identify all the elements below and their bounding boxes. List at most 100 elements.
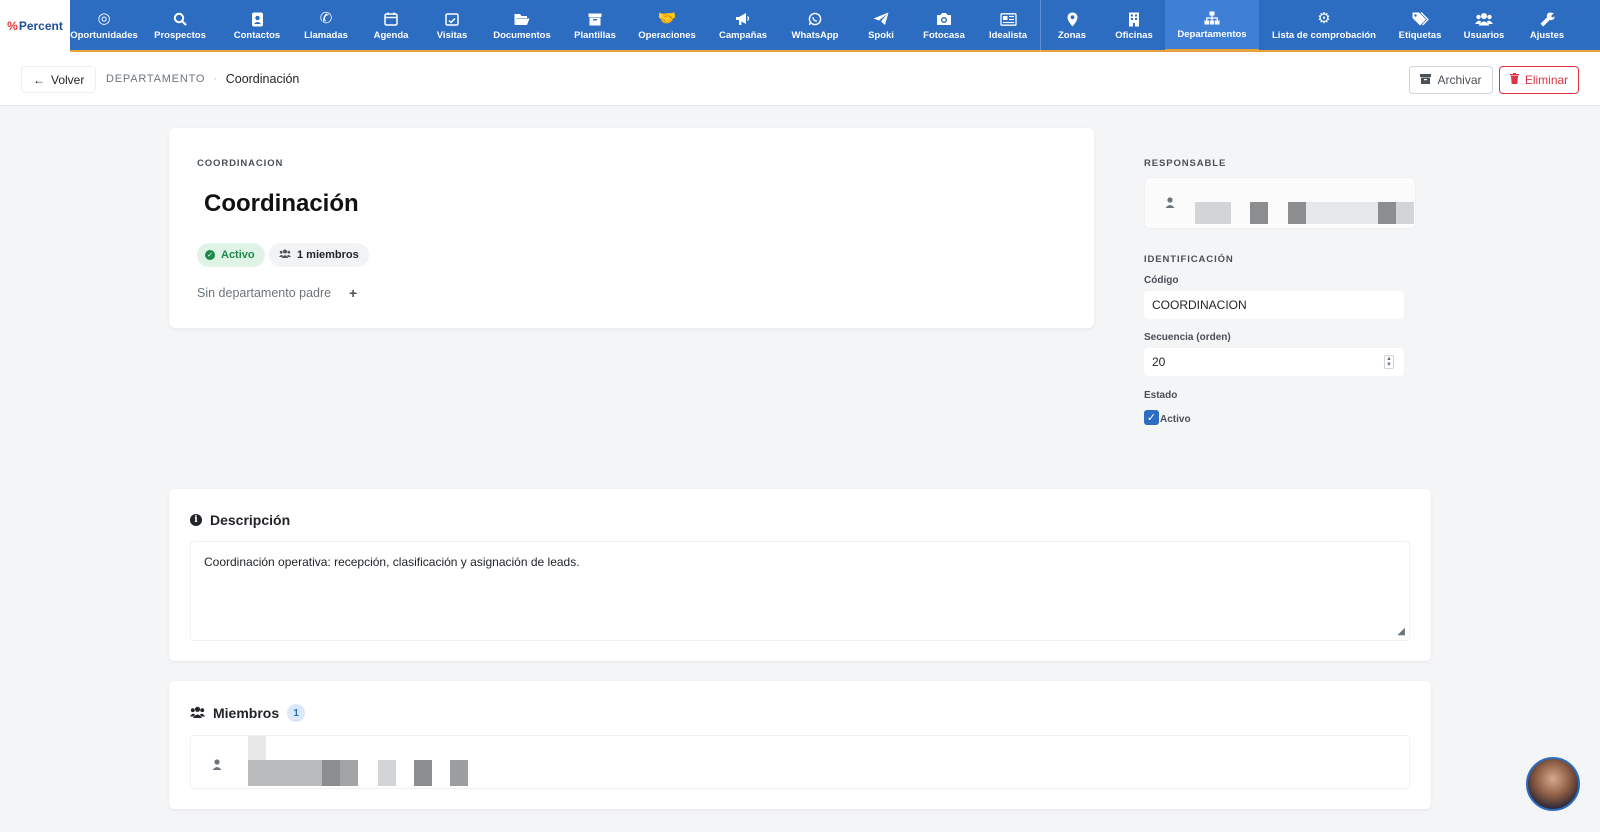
nav-item-agenda[interactable]: Agenda — [360, 0, 422, 52]
members-title: Miembros 1 — [190, 704, 306, 722]
secuencia-input[interactable]: 20 ▲ ▼ — [1144, 348, 1404, 376]
responsable-selector[interactable] — [1144, 177, 1416, 229]
secuencia-value: 20 — [1152, 355, 1166, 369]
archive-button[interactable]: Archivar — [1409, 66, 1493, 94]
back-button-label: Volver — [51, 72, 85, 87]
contact-book-icon — [251, 11, 264, 27]
members-count-label: 1 miembros — [297, 249, 359, 261]
redacted-name — [1378, 202, 1396, 224]
nav-label: Departamentos — [1177, 28, 1247, 40]
nav-label: Usuarios — [1463, 30, 1505, 41]
building-icon — [1128, 11, 1140, 27]
department-summary-card: COORDINACION Coordinación ✓ Activo 1 mie… — [169, 128, 1094, 328]
top-navbar: % Percent ◎ Oportunidades Prospectos Con… — [0, 0, 1600, 52]
activo-checkbox-label[interactable]: Activo — [1160, 414, 1191, 425]
nav-label: Etiquetas — [1398, 30, 1442, 41]
calendar-check-icon — [445, 11, 459, 27]
archive-button-label: Archivar — [1437, 73, 1482, 87]
nav-label: Llamadas — [304, 30, 348, 41]
nav-item-llamadas[interactable]: ✆ Llamadas — [292, 0, 360, 52]
target-icon: ◎ — [97, 10, 111, 27]
nav-label: Prospectos — [154, 30, 206, 41]
nav-label: Oficinas — [1115, 30, 1153, 41]
whatsapp-icon — [808, 11, 822, 27]
nav-item-zonas[interactable]: Zonas — [1041, 0, 1103, 52]
search-icon — [173, 11, 187, 27]
back-button[interactable]: ← Volver — [21, 66, 97, 93]
sitemap-icon — [1204, 10, 1220, 26]
check-circle-icon: ✓ — [205, 250, 215, 260]
nav-item-idealista[interactable]: Idealista — [976, 0, 1040, 52]
breadcrumb-separator: · — [213, 73, 218, 85]
responsable-label: RESPONSABLE — [1144, 158, 1227, 169]
nav-item-oportunidades[interactable]: ◎ Oportunidades — [70, 0, 138, 52]
info-circle-icon: i — [190, 514, 202, 526]
breadcrumb-section[interactable]: DEPARTAMENTO — [106, 73, 205, 85]
nav-label: Plantillas — [574, 30, 616, 41]
nav-label: Lista de comprobación — [1272, 30, 1376, 41]
nav-item-spoki[interactable]: Spoki — [850, 0, 912, 52]
nav-item-whatsapp[interactable]: WhatsApp — [780, 0, 850, 52]
nav-item-ajustes[interactable]: Ajustes — [1517, 0, 1577, 52]
delete-button[interactable]: Eliminar — [1499, 66, 1579, 94]
megaphone-icon — [735, 11, 751, 27]
codigo-input[interactable]: COORDINACION — [1144, 291, 1404, 319]
folder-open-icon — [514, 11, 530, 27]
user-icon — [1165, 197, 1175, 211]
activo-checkbox[interactable]: ✓ — [1144, 410, 1159, 425]
redacted-name — [1288, 202, 1306, 224]
identificacion-label: IDENTIFICACIÓN — [1144, 254, 1234, 265]
logo-text: Percent — [18, 19, 63, 33]
members-card: Miembros 1 — [169, 681, 1431, 809]
nav-item-departamentos[interactable]: Departamentos — [1165, 0, 1259, 52]
list-item[interactable] — [190, 735, 1410, 789]
nav-item-fotocasa[interactable]: Fotocasa — [912, 0, 976, 52]
description-textarea[interactable]: Coordinación operativa: recepción, clasi… — [190, 541, 1410, 641]
archive-icon — [588, 11, 602, 27]
nav-item-plantillas[interactable]: Plantillas — [562, 0, 628, 52]
department-code-label: COORDINACION — [197, 158, 284, 169]
nav-item-prospectos[interactable]: Prospectos — [138, 0, 222, 52]
page-header: ← Volver DEPARTAMENTO · Coordinación Arc… — [0, 52, 1600, 106]
estado-label: Estado — [1144, 390, 1178, 401]
phone-icon: ✆ — [319, 10, 333, 27]
nav-item-campanas[interactable]: Campañas — [706, 0, 780, 52]
assistant-chat-avatar[interactable] — [1526, 757, 1580, 811]
nav-label: Visitas — [436, 30, 468, 41]
users-icon — [190, 706, 205, 721]
nav-item-contactos[interactable]: Contactos — [222, 0, 292, 52]
status-badge: ✓ Activo — [197, 243, 265, 267]
nav-item-oficinas[interactable]: Oficinas — [1103, 0, 1165, 52]
nav-label: WhatsApp — [791, 30, 839, 41]
trash-icon — [1509, 73, 1519, 87]
nav-item-operaciones[interactable]: 🤝 Operaciones — [628, 0, 706, 52]
redacted-name — [1306, 202, 1378, 224]
description-title-label: Descripción — [210, 512, 291, 528]
tags-icon — [1412, 11, 1429, 27]
nav-label: Zonas — [1058, 30, 1086, 41]
nav-label: Spoki — [868, 30, 894, 41]
members-title-label: Miembros — [213, 705, 280, 721]
redacted-name — [1195, 202, 1231, 224]
add-parent-button[interactable]: + — [343, 283, 363, 303]
nav-label: Fotocasa — [923, 30, 965, 41]
nav-item-documentos[interactable]: Documentos — [482, 0, 562, 52]
redacted-name — [248, 736, 266, 760]
resize-handle-icon[interactable]: ◢ — [1397, 626, 1405, 637]
number-stepper-icon[interactable]: ▲ ▼ — [1384, 355, 1394, 369]
app-logo[interactable]: % Percent — [0, 0, 70, 52]
nav-label: Ajustes — [1529, 30, 1565, 41]
nav-item-visitas[interactable]: Visitas — [422, 0, 482, 52]
nav-label: Oportunidades — [70, 30, 138, 41]
parent-department-label: Sin departamento padre — [197, 286, 332, 300]
redacted-name — [340, 760, 358, 786]
paper-plane-icon — [873, 11, 889, 27]
description-text: Coordinación operativa: recepción, clasi… — [204, 555, 580, 569]
breadcrumb-current: Coordinación — [225, 72, 300, 86]
nav-label: Idealista — [988, 30, 1028, 41]
nav-item-etiquetas[interactable]: Etiquetas — [1389, 0, 1451, 52]
nav-label: Contactos — [233, 30, 281, 41]
nav-item-usuarios[interactable]: Usuarios — [1451, 0, 1517, 52]
department-title[interactable]: Coordinación — [204, 190, 359, 218]
nav-item-lista-comprobacion[interactable]: ⚙ Lista de comprobación — [1259, 0, 1389, 52]
